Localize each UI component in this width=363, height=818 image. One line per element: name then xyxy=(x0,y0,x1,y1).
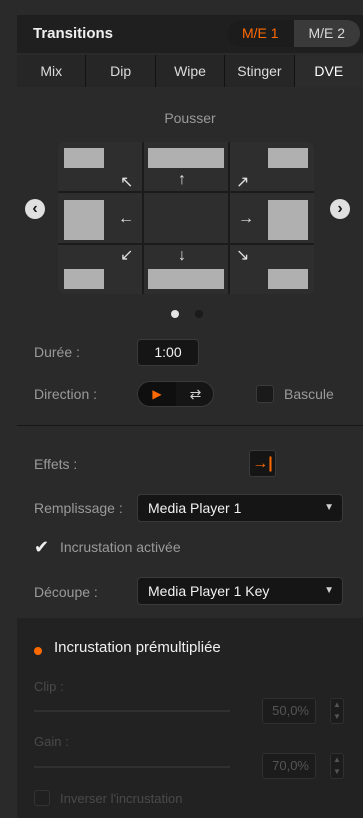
keyer-enabled-check-icon[interactable]: ✔ xyxy=(34,537,54,557)
preview-box-left xyxy=(64,200,104,240)
grid-cell-center xyxy=(144,193,228,243)
invert-keyer-checkbox[interactable] xyxy=(34,790,50,806)
tab-dip[interactable]: Dip xyxy=(86,55,156,87)
me-2-button[interactable]: M/E 2 xyxy=(294,20,361,47)
prev-page-icon[interactable]: ‹ xyxy=(25,199,45,219)
premultiplied-label: Incrustation prémultipliée xyxy=(54,639,221,656)
tab-stinger[interactable]: Stinger xyxy=(225,55,295,87)
tab-wipe[interactable]: Wipe xyxy=(155,55,226,87)
next-page-icon[interactable]: › xyxy=(330,199,350,219)
flip-label: Bascule xyxy=(284,386,334,402)
arrow-down-icon: ↓ xyxy=(178,247,186,264)
direction-toggle: ▶ ⇄ xyxy=(137,381,214,407)
cut-label: Découpe : xyxy=(34,584,98,600)
gain-stepper[interactable]: ▲ ▼ xyxy=(330,753,344,779)
preview-box-right xyxy=(268,200,308,240)
play-forward-icon[interactable]: ▶ xyxy=(138,382,176,406)
preview-box-bottom xyxy=(148,269,224,289)
cut-select[interactable]: Media Player 1 Key ▼ xyxy=(137,577,343,605)
page-dot-1[interactable] xyxy=(171,310,179,318)
arrow-up-right-icon: ↗ xyxy=(236,174,250,191)
preview-box-bottom-right xyxy=(268,269,308,289)
reverse-icon[interactable]: ⇄ xyxy=(176,382,213,406)
arrow-down-left-icon: ↙ xyxy=(120,247,134,264)
clip-stepper[interactable]: ▲ ▼ xyxy=(330,698,344,724)
effects-label: Effets : xyxy=(34,456,78,472)
preview-box-bottom-left xyxy=(64,269,104,289)
transition-tabs: Mix Dip Wipe Stinger DVE xyxy=(17,55,363,87)
invert-keyer-label: Inverser l'incrustation xyxy=(60,791,183,806)
fill-select-value: Media Player 1 xyxy=(148,500,242,516)
preview-box-top-right xyxy=(268,148,308,168)
me-1-button[interactable]: M/E 1 xyxy=(227,20,294,47)
cut-select-value: Media Player 1 Key xyxy=(148,583,270,599)
chevron-down-icon: ▼ xyxy=(324,585,334,596)
flip-checkbox[interactable] xyxy=(256,385,274,403)
duration-input[interactable]: 1:00 xyxy=(137,339,199,366)
fill-label: Remplissage : xyxy=(34,500,123,516)
gain-label: Gain : xyxy=(34,734,69,749)
clip-label: Clip : xyxy=(34,679,64,694)
clip-slider[interactable] xyxy=(34,710,230,712)
arrow-down-right-icon: ↘ xyxy=(236,247,250,264)
gain-slider[interactable] xyxy=(34,766,230,768)
page-dot-2[interactable] xyxy=(195,310,203,318)
status-dot-icon xyxy=(34,647,42,655)
tab-mix[interactable]: Mix xyxy=(17,55,87,87)
arrow-right-icon: → xyxy=(238,210,254,227)
page-indicator xyxy=(168,310,208,320)
chevron-down-icon: ▼ xyxy=(324,502,334,513)
direction-label: Direction : xyxy=(34,386,98,402)
dve-effect-name: Pousser xyxy=(164,110,216,126)
fill-select[interactable]: Media Player 1 ▼ xyxy=(137,494,343,522)
keyer-enabled-label: Incrustation activée xyxy=(60,539,181,555)
effect-slide-right-icon[interactable]: →| xyxy=(249,450,276,477)
preview-box-top-left xyxy=(64,148,104,168)
section-divider xyxy=(17,425,363,426)
clip-input[interactable]: 50,0% xyxy=(262,698,316,724)
arrow-up-left-icon: ↖ xyxy=(120,174,134,191)
arrow-up-icon: ↑ xyxy=(178,171,186,188)
duration-label: Durée : xyxy=(34,344,80,360)
transitions-panel: Transitions M/E 1 M/E 2 Mix Dip Wipe Sti… xyxy=(0,0,363,818)
gain-input[interactable]: 70,0% xyxy=(262,753,316,779)
arrow-left-icon: ← xyxy=(118,210,134,227)
tab-dve[interactable]: DVE xyxy=(294,55,363,87)
dve-direction-grid: ↖ ↑ ↗ ← → ↙ ↓ ↘ xyxy=(58,142,314,294)
preview-box-top xyxy=(148,148,224,168)
me-selector: M/E 1 M/E 2 xyxy=(227,20,360,47)
panel-header: Transitions M/E 1 M/E 2 xyxy=(17,15,363,53)
panel-title: Transitions xyxy=(33,25,114,42)
